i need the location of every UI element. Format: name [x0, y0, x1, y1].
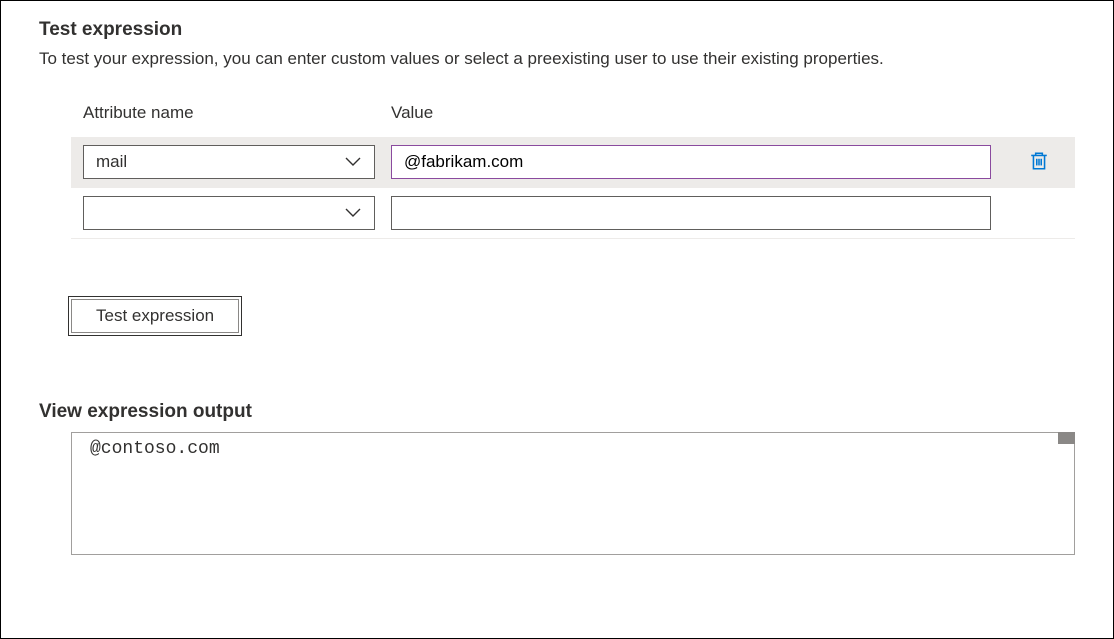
- column-header-attribute: Attribute name: [71, 103, 387, 123]
- column-header-value: Value: [387, 103, 1003, 123]
- test-expression-panel: Test expression To test your expression,…: [0, 0, 1114, 639]
- chevron-down-icon: [344, 204, 362, 222]
- trash-icon: [1030, 151, 1048, 174]
- attribute-dropdown[interactable]: [83, 196, 375, 230]
- page-description: To test your expression, you can enter c…: [39, 49, 1075, 69]
- actions-cell: [1003, 147, 1075, 178]
- table-header-row: Attribute name Value: [71, 103, 1075, 137]
- value-cell: [387, 145, 1003, 179]
- value-cell: [387, 196, 1003, 230]
- output-text: @contoso.com: [90, 439, 220, 459]
- attribute-cell: [71, 196, 387, 230]
- button-row: Test expression: [71, 299, 1075, 333]
- dropdown-selected-text: mail: [96, 152, 344, 172]
- value-input[interactable]: [391, 196, 991, 230]
- attribute-cell: mail: [71, 145, 387, 179]
- attribute-dropdown[interactable]: mail: [83, 145, 375, 179]
- output-title: View expression output: [39, 401, 1075, 423]
- chevron-down-icon: [344, 153, 362, 171]
- page-title: Test expression: [39, 19, 1075, 41]
- value-input[interactable]: [391, 145, 991, 179]
- expression-output[interactable]: @contoso.com: [71, 433, 1075, 555]
- table-row: [71, 188, 1075, 239]
- delete-row-button[interactable]: [1026, 147, 1052, 178]
- scrollbar-cap: [1058, 432, 1075, 444]
- output-section: View expression output @contoso.com: [39, 401, 1075, 555]
- table-row: mail: [71, 137, 1075, 188]
- test-expression-button[interactable]: Test expression: [71, 299, 239, 333]
- column-header-actions: [1003, 103, 1075, 123]
- attribute-table: Attribute name Value mail: [71, 103, 1075, 239]
